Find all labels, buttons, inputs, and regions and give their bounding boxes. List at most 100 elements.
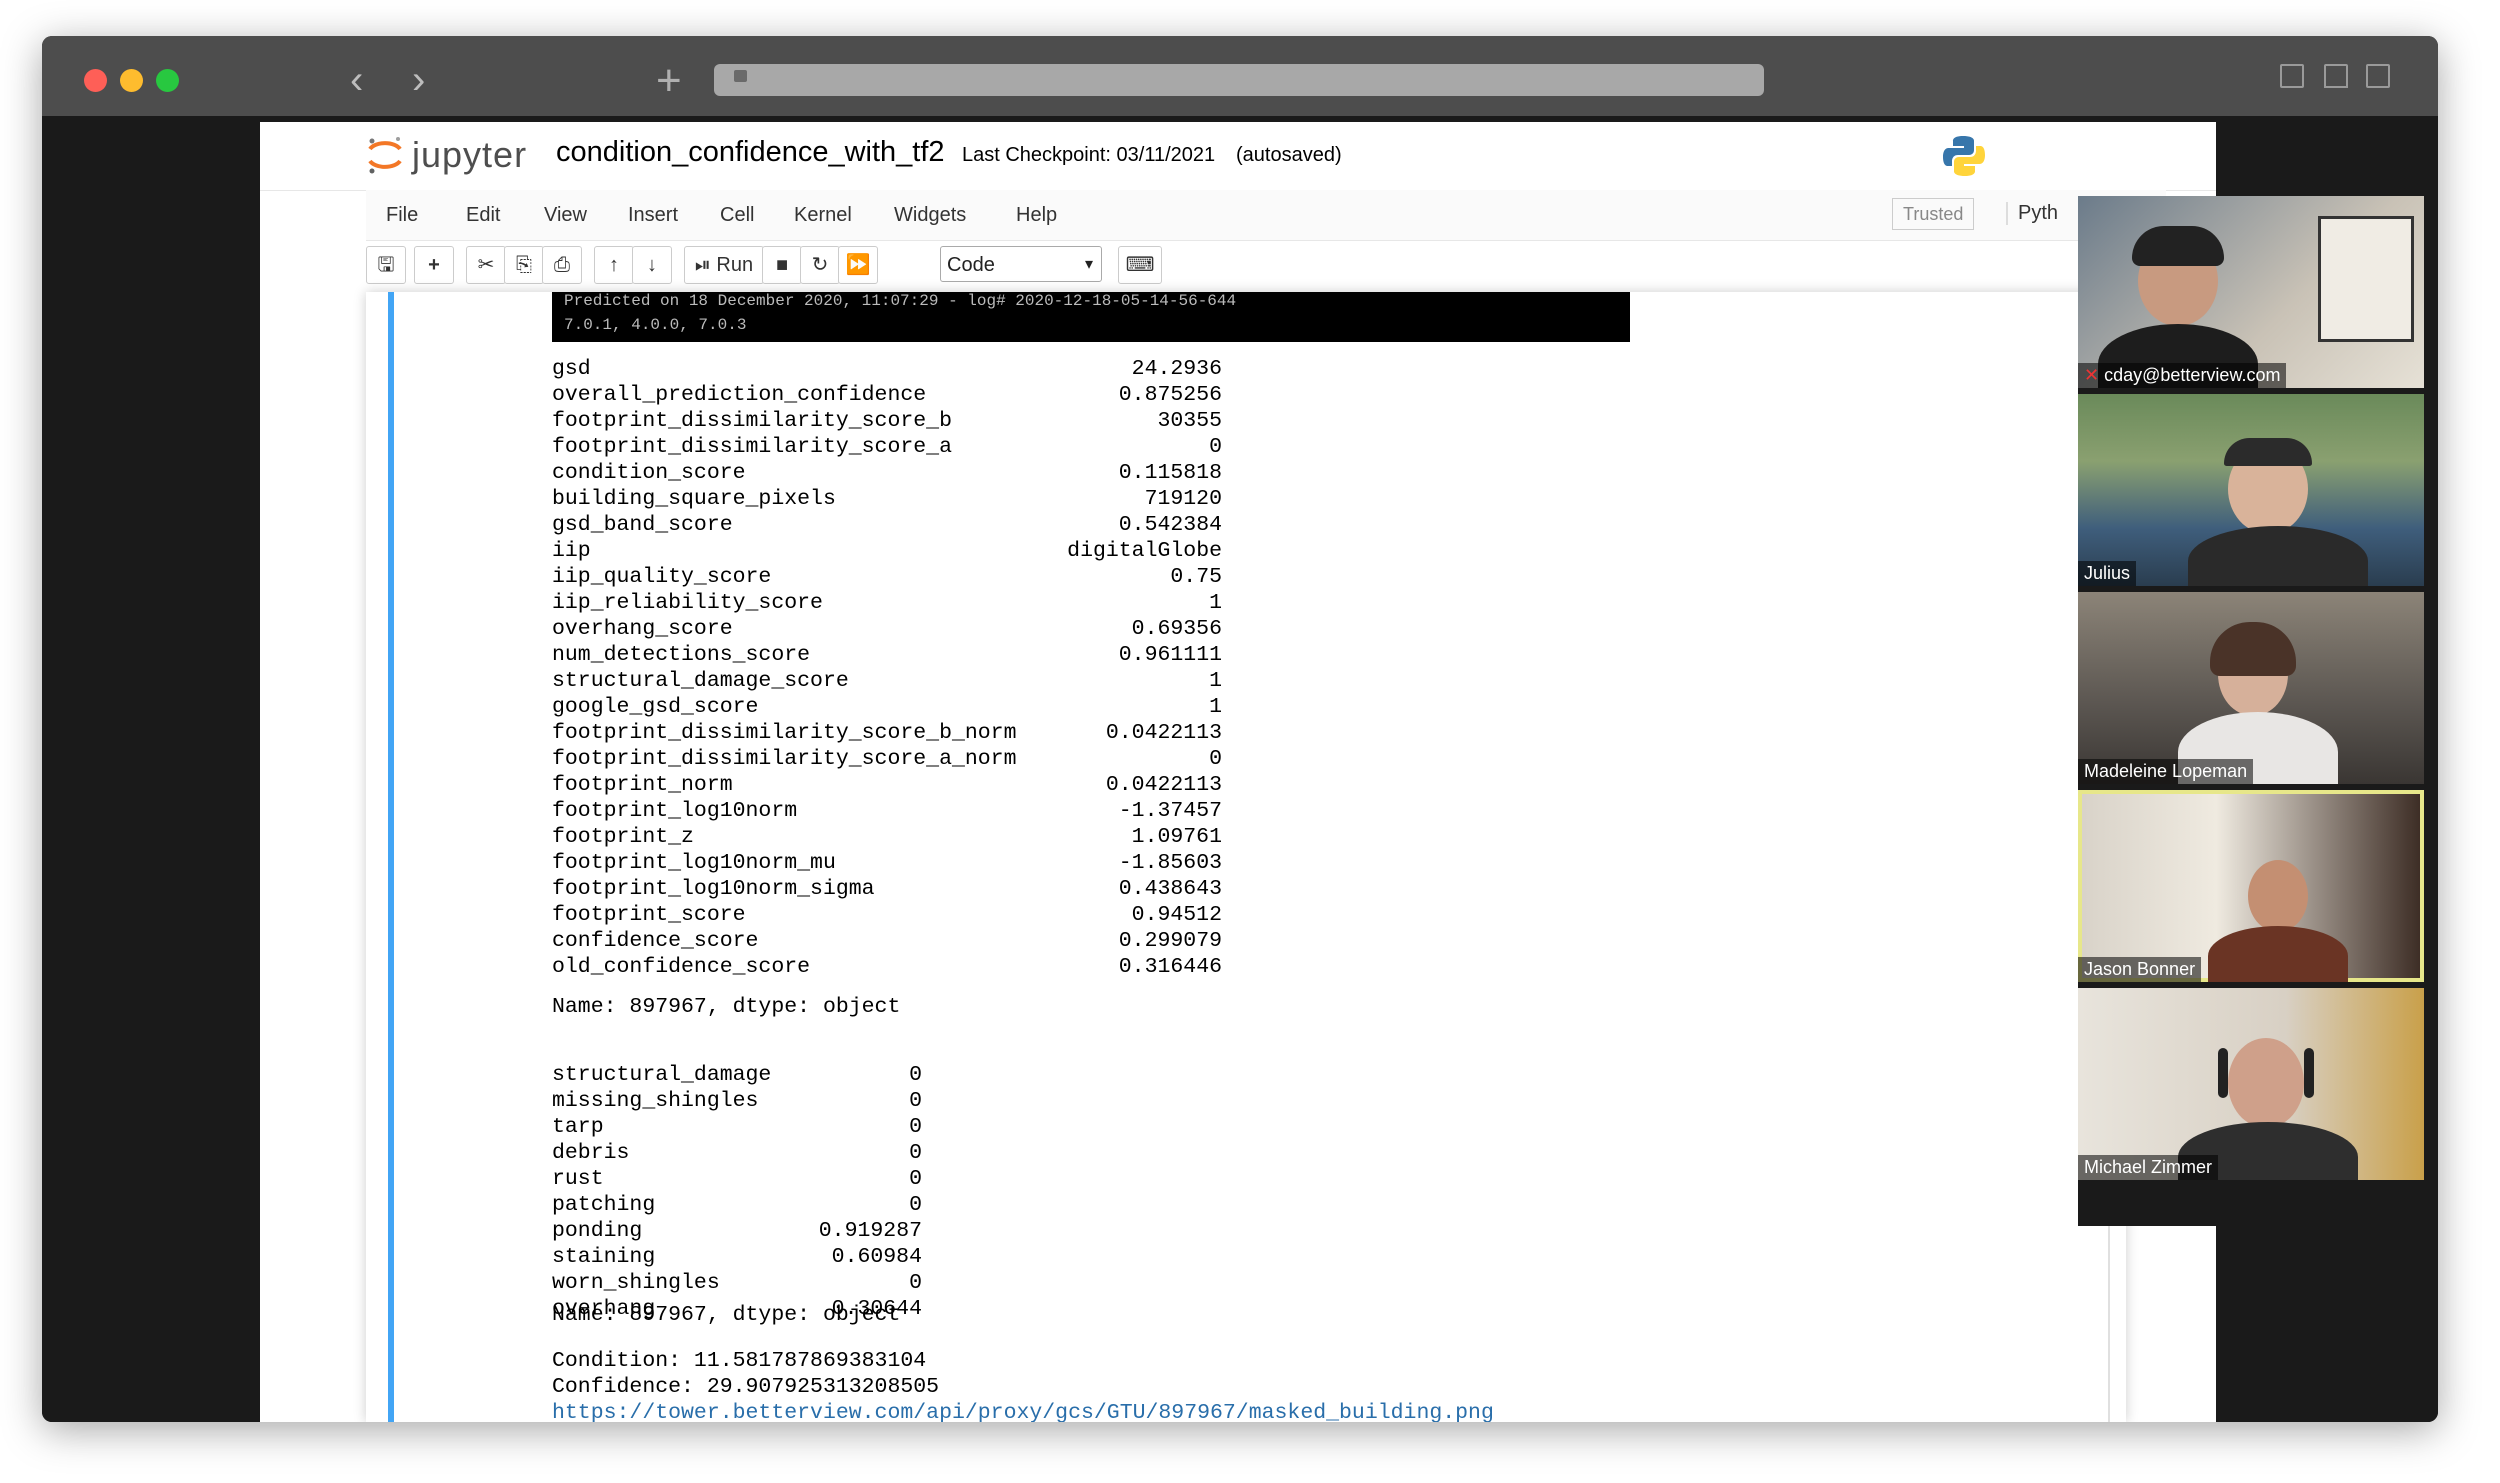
close-window-button[interactable] bbox=[84, 69, 107, 92]
jupyter-logo[interactable]: jupyter bbox=[366, 130, 527, 180]
series-value: 1 bbox=[1209, 695, 1222, 719]
series-value: 0 bbox=[1209, 747, 1222, 771]
menu-kernel[interactable]: Kernel bbox=[794, 204, 852, 227]
output-series-1: gsd 24.2936 overall_prediction_confidence 0… bbox=[552, 356, 1252, 996]
share-icon[interactable] bbox=[2324, 64, 2348, 88]
reader-icon[interactable] bbox=[2280, 64, 2304, 88]
minimize-window-button[interactable] bbox=[120, 69, 143, 92]
participant-name: ✕ cday@betterview.com bbox=[2078, 363, 2287, 388]
cell-type-select[interactable]: Code ▾ bbox=[940, 246, 1102, 282]
masked-building-link[interactable]: https://tower.betterview.com/api/proxy/g… bbox=[552, 1400, 1494, 1422]
series-value: 0.438643 bbox=[1118, 877, 1222, 901]
browser-content: jupyter condition_confidence_with_tf2 La… bbox=[42, 116, 2438, 1422]
copy-icon[interactable]: ⎘ bbox=[504, 246, 544, 284]
series-key: footprint_dissimilarity_score_b bbox=[552, 409, 952, 433]
series-key: footprint_score bbox=[552, 903, 746, 927]
mic-muted-icon: ✕ bbox=[2084, 365, 2100, 385]
move-up-icon[interactable]: ↑ bbox=[594, 246, 634, 284]
series-value: 0 bbox=[909, 1271, 922, 1295]
series-key: structural_damage bbox=[552, 1063, 772, 1087]
series-key: google_gsd_score bbox=[552, 695, 759, 719]
series-key: rust bbox=[552, 1167, 604, 1191]
last-checkpoint: Last Checkpoint: 03/11/2021 bbox=[962, 144, 1216, 166]
output-image-banner: Predicted on 18 December 2020, 11:07:29 … bbox=[552, 292, 1630, 342]
fast-forward-icon[interactable]: ⏩ bbox=[838, 246, 878, 284]
new-tab-icon[interactable]: + bbox=[656, 56, 682, 106]
notebook-name[interactable]: condition_confidence_with_tf2 bbox=[556, 136, 945, 169]
series-value: 1 bbox=[1209, 591, 1222, 615]
video-tile-2[interactable]: Julius bbox=[2078, 394, 2424, 586]
chevron-down-icon: ▾ bbox=[1084, 256, 1093, 273]
series-value: 1 bbox=[1209, 669, 1222, 693]
banner-line-2: 7.0.1, 4.0.0, 7.0.3 bbox=[564, 316, 747, 334]
menu-cell[interactable]: Cell bbox=[720, 204, 754, 227]
series-key: ponding bbox=[552, 1219, 643, 1243]
series-key: gsd_band_score bbox=[552, 513, 733, 537]
autosave-status: (autosaved) bbox=[1236, 144, 1342, 166]
menu-edit[interactable]: Edit bbox=[466, 204, 500, 227]
zoom-window-button[interactable] bbox=[156, 69, 179, 92]
series-key: structural_damage_score bbox=[552, 669, 849, 693]
series-value: 0.316446 bbox=[1118, 955, 1222, 979]
series-value: 0.69356 bbox=[1131, 617, 1222, 641]
jupyter-toolbar: 🖫 + ✂ ⎘ ⎙ ↑ ↓ ⏯ Run ■ ↻ ⏩ Code ▾ ⌨ bbox=[366, 246, 2166, 286]
back-icon[interactable]: ‹ bbox=[350, 60, 363, 100]
series-value: -1.85603 bbox=[1118, 851, 1222, 875]
move-down-icon[interactable]: ↓ bbox=[632, 246, 672, 284]
series-value: 1.09761 bbox=[1131, 825, 1222, 849]
series-value: 719120 bbox=[1144, 487, 1222, 511]
series-key: gsd bbox=[552, 357, 591, 381]
add-icon[interactable]: + bbox=[414, 246, 454, 284]
series-value: 0 bbox=[909, 1141, 922, 1165]
menu-widgets[interactable]: Widgets bbox=[894, 204, 966, 227]
kernel-indicator[interactable]: Pyth bbox=[2006, 202, 2058, 225]
series-key: overhang_score bbox=[552, 617, 733, 641]
series-value: 0.115818 bbox=[1118, 461, 1222, 485]
notebook-container: Predicted on 18 December 2020, 11:07:29 … bbox=[366, 292, 2126, 1422]
series-value: 0 bbox=[909, 1063, 922, 1087]
video-tile-5[interactable]: Michael Zimmer bbox=[2078, 988, 2424, 1180]
video-tile-3[interactable]: Madeleine Lopeman bbox=[2078, 592, 2424, 784]
stop-icon[interactable]: ■ bbox=[762, 246, 802, 284]
forward-icon[interactable]: › bbox=[412, 60, 425, 100]
series-key: footprint_dissimilarity_score_a_norm bbox=[552, 747, 1017, 771]
browser-titlebar: ‹ › + bbox=[42, 36, 2438, 116]
series-value: 0 bbox=[909, 1115, 922, 1139]
video-tile-1[interactable]: ✕ cday@betterview.com bbox=[2078, 196, 2424, 388]
video-call-panel: ✕ cday@betterview.com Julius Madeleine L… bbox=[2078, 196, 2426, 1226]
menu-view[interactable]: View bbox=[544, 204, 587, 227]
series-value: 0.94512 bbox=[1131, 903, 1222, 927]
restart-icon[interactable]: ↻ bbox=[800, 246, 840, 284]
menu-insert[interactable]: Insert bbox=[628, 204, 678, 227]
jupyter-page: jupyter condition_confidence_with_tf2 La… bbox=[260, 122, 2216, 1422]
series-key: footprint_log10norm_mu bbox=[552, 851, 836, 875]
series-key: confidence_score bbox=[552, 929, 759, 953]
confidence-line: Confidence: 29.907925313208505 bbox=[552, 1375, 940, 1399]
participant-name: Michael Zimmer bbox=[2078, 1155, 2219, 1180]
series-value: 0 bbox=[909, 1193, 922, 1217]
cell-type-value: Code bbox=[947, 254, 995, 276]
series-key: worn_shingles bbox=[552, 1271, 720, 1295]
jupyter-logo-icon bbox=[368, 137, 402, 174]
participant-name: Julius bbox=[2078, 561, 2137, 586]
save-icon[interactable]: 🖫 bbox=[366, 246, 406, 284]
series-key: footprint_log10norm bbox=[552, 799, 798, 823]
tabs-icon[interactable] bbox=[2366, 64, 2390, 88]
trusted-indicator[interactable]: Trusted bbox=[1892, 198, 1975, 230]
series-key: building_square_pixels bbox=[552, 487, 836, 511]
series-value: digitalGlobe bbox=[1067, 539, 1222, 563]
menu-help[interactable]: Help bbox=[1016, 204, 1057, 227]
lock-icon bbox=[734, 70, 747, 82]
keyboard-icon[interactable]: ⌨ bbox=[1118, 246, 1162, 284]
series-key: patching bbox=[552, 1193, 656, 1217]
series-value: 0.60984 bbox=[831, 1245, 922, 1269]
cut-icon[interactable]: ✂ bbox=[466, 246, 506, 284]
series-value: 0 bbox=[1209, 435, 1222, 459]
series-value: 0.0422113 bbox=[1105, 721, 1222, 745]
series-key: overall_prediction_confidence bbox=[552, 383, 927, 407]
video-tile-4-active-speaker[interactable]: Jason Bonner bbox=[2078, 790, 2424, 982]
menu-file[interactable]: File bbox=[386, 204, 418, 227]
run-button[interactable]: ⏯ Run bbox=[684, 246, 764, 284]
paste-icon[interactable]: ⎙ bbox=[542, 246, 582, 284]
address-bar[interactable] bbox=[714, 64, 1764, 96]
